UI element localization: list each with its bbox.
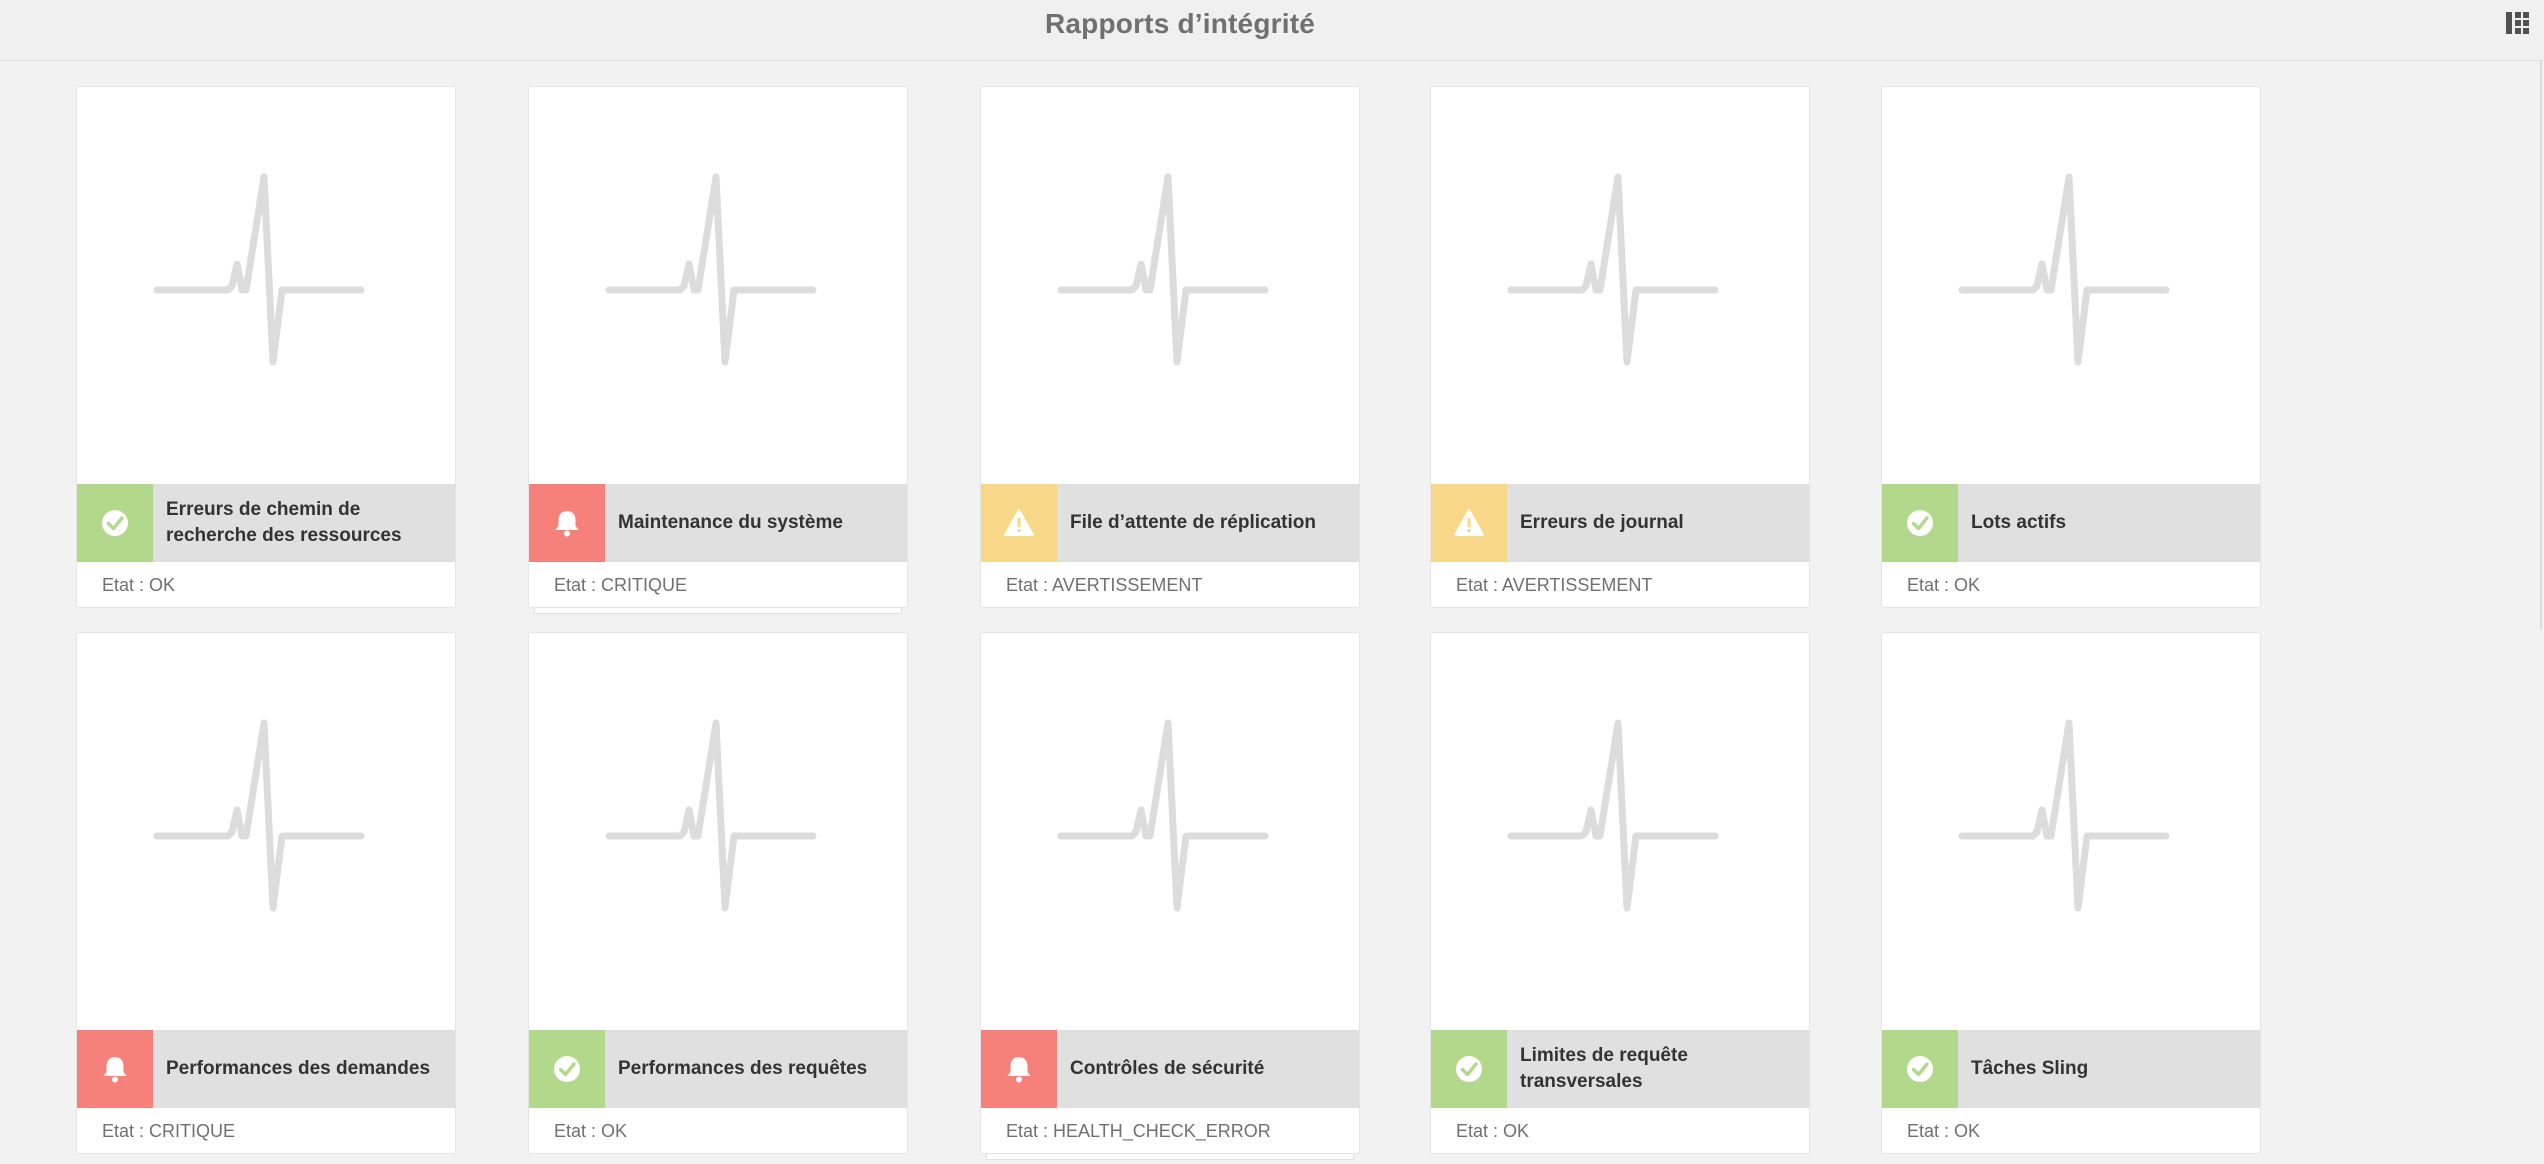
card-status: Etat : CRITIQUE	[102, 1121, 236, 1141]
heartbeat-thumbnail-icon	[77, 87, 455, 484]
card-status: Etat : OK	[1907, 575, 1981, 595]
check-circle-icon	[529, 1030, 605, 1108]
health-report-card[interactable]: Performances des demandes Etat : CRITIQUE	[76, 632, 456, 1154]
health-report-card[interactable]: Tâches Sling Etat : OK	[1881, 632, 2261, 1154]
heartbeat-thumbnail-icon	[1431, 633, 1809, 1030]
health-report-card[interactable]: Performances des requêtes Etat : OK	[528, 632, 908, 1154]
check-circle-icon	[77, 484, 153, 562]
card-title: Erreurs de chemin de recherche des resso…	[166, 499, 402, 546]
card-title-bar: Maintenance du système	[529, 484, 907, 562]
card-title-bar: Tâches Sling	[1882, 1030, 2260, 1108]
check-circle-icon	[1882, 484, 1958, 562]
check-circle-icon	[1882, 1030, 1958, 1108]
health-report-card[interactable]: Maintenance du système Etat : CRITIQUE	[528, 86, 908, 608]
card-status: Etat : AVERTISSEMENT	[1006, 575, 1203, 595]
card-title: Performances des demandes	[166, 1058, 431, 1079]
card-title: Performances des requêtes	[618, 1058, 868, 1079]
card-title: File d’attente de réplication	[1070, 512, 1316, 533]
health-report-card[interactable]: Lots actifs Etat : OK	[1881, 86, 2261, 608]
card-stack-edge	[986, 1154, 1354, 1160]
health-report-card[interactable]: File d’attente de réplication Etat : AVER…	[980, 86, 1360, 608]
card-title-bar: Performances des demandes	[77, 1030, 455, 1108]
health-report-card[interactable]: Erreurs de journal Etat : AVERTISSEMENT	[1430, 86, 1810, 608]
bell-icon	[981, 1030, 1057, 1108]
card-title-bar: Lots actifs	[1882, 484, 2260, 562]
card-title-bar: Contrôles de sécurité	[981, 1030, 1359, 1108]
card-title: Lots actifs	[1971, 512, 2067, 533]
heartbeat-thumbnail-icon	[77, 633, 455, 1030]
card-title: Tâches Sling	[1971, 1058, 2089, 1079]
bell-icon	[77, 1030, 153, 1108]
card-title: Contrôles de sécurité	[1070, 1058, 1265, 1079]
card-status: Etat : AVERTISSEMENT	[1456, 575, 1653, 595]
card-title-bar: Erreurs de journal	[1431, 484, 1809, 562]
heartbeat-thumbnail-icon	[529, 633, 907, 1030]
health-report-card[interactable]: Erreurs de chemin de recherche des resso…	[76, 86, 456, 608]
card-status: Etat : HEALTH_CHECK_ERROR	[1006, 1121, 1271, 1141]
heartbeat-thumbnail-icon	[981, 87, 1359, 484]
health-report-card[interactable]: Contrôles de sécurité Etat : HEALTH_CHECK…	[980, 632, 1360, 1154]
card-stack-edge	[534, 608, 902, 614]
card-title: Erreurs de journal	[1520, 512, 1684, 533]
card-title-bar: File d’attente de réplication	[981, 484, 1359, 562]
card-status: Etat : OK	[554, 1121, 628, 1141]
card-status: Etat : OK	[1907, 1121, 1981, 1141]
card-status: Etat : CRITIQUE	[554, 575, 688, 595]
health-report-card[interactable]: Limites de requête transversales Etat : O…	[1430, 632, 1810, 1154]
health-report-grid: Erreurs de chemin de recherche des resso…	[0, 0, 2544, 1164]
card-title: Limites de requête transversales	[1520, 1045, 1688, 1092]
heartbeat-thumbnail-icon	[529, 87, 907, 484]
warning-triangle-icon	[981, 484, 1057, 562]
heartbeat-thumbnail-icon	[1882, 633, 2260, 1030]
card-title-bar: Limites de requête transversales	[1431, 1030, 1809, 1108]
card-status: Etat : OK	[102, 575, 176, 595]
card-status: Etat : OK	[1456, 1121, 1530, 1141]
warning-triangle-icon	[1431, 484, 1507, 562]
bell-icon	[529, 484, 605, 562]
card-title: Maintenance du système	[618, 512, 843, 533]
card-title-bar: Erreurs de chemin de recherche des resso…	[77, 484, 455, 562]
check-circle-icon	[1431, 1030, 1507, 1108]
heartbeat-thumbnail-icon	[1882, 87, 2260, 484]
heartbeat-thumbnail-icon	[981, 633, 1359, 1030]
card-title-bar: Performances des requêtes	[529, 1030, 907, 1108]
heartbeat-thumbnail-icon	[1431, 87, 1809, 484]
